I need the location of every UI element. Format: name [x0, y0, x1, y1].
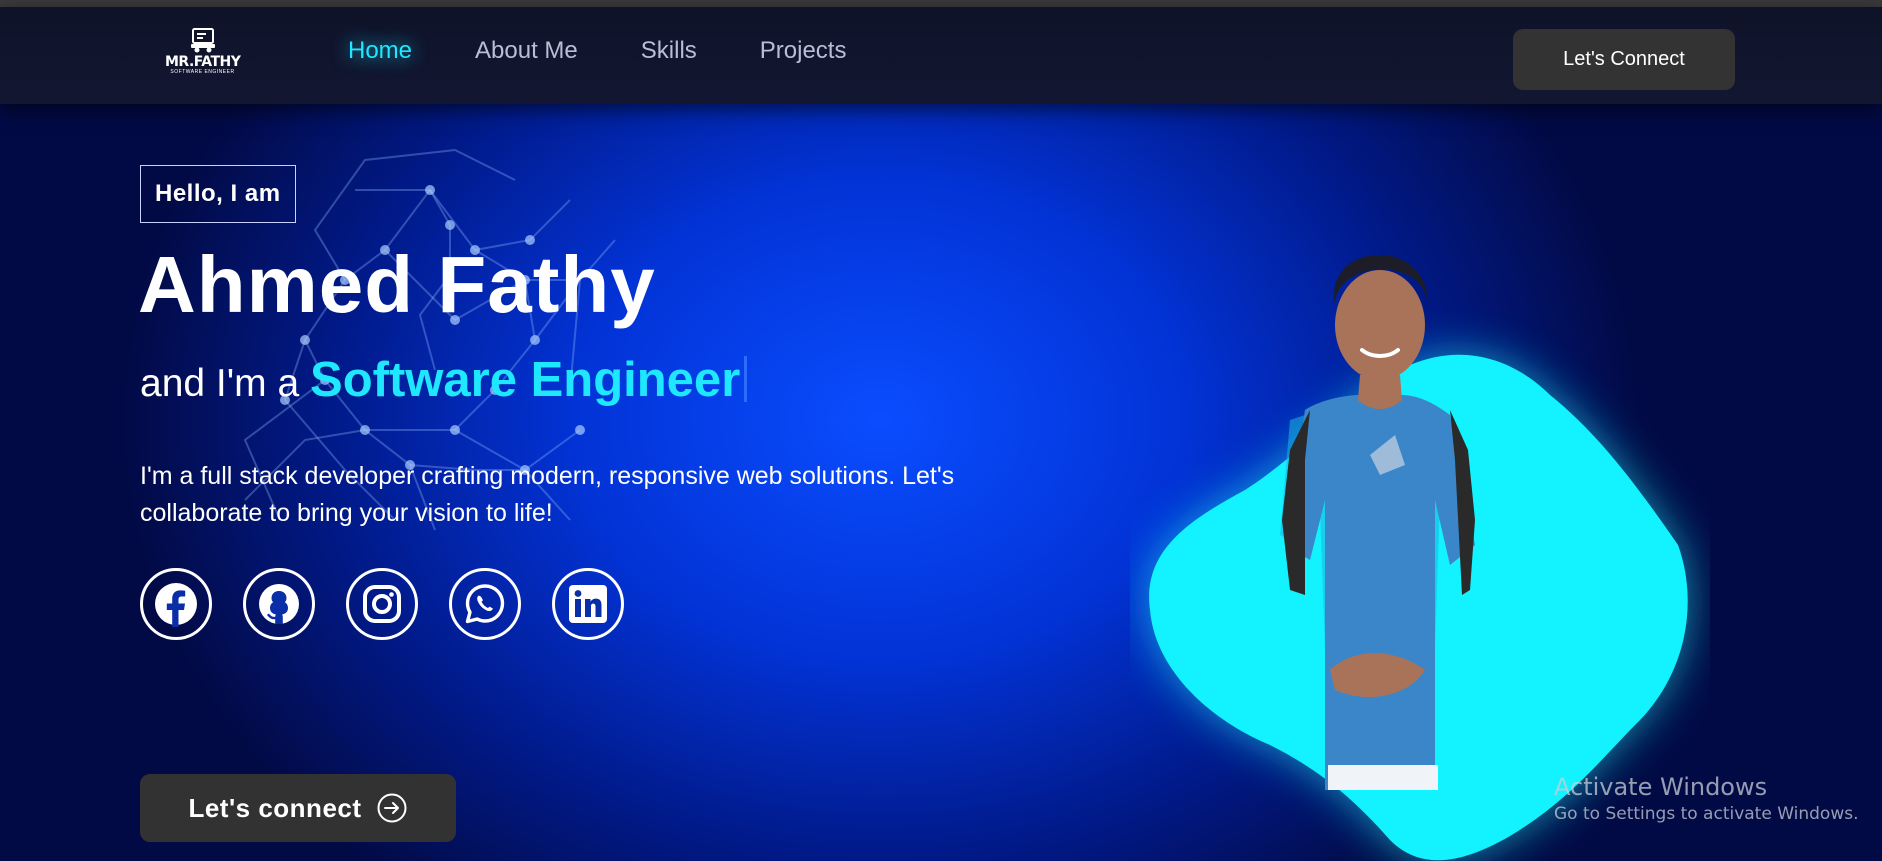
lets-connect-button[interactable]: Let's Connect: [1513, 29, 1735, 90]
greeting-box: Hello, I am: [140, 165, 296, 223]
role-line: and I'm a Software Engineer: [140, 353, 748, 409]
github-link[interactable]: [243, 568, 315, 640]
watermark-subtitle: Go to Settings to activate Windows.: [1554, 804, 1859, 824]
role-prefix: and I'm a: [140, 362, 300, 405]
arrow-right-circle-icon: [377, 793, 407, 823]
linkedin-link[interactable]: [552, 568, 624, 640]
nav-link-about[interactable]: About Me: [475, 37, 578, 65]
os-activation-watermark: Activate Windows Go to Settings to activ…: [1554, 772, 1859, 826]
instagram-icon: [363, 585, 401, 623]
window-top-edge: [0, 0, 1882, 7]
logo-mark-icon: [190, 28, 215, 53]
whatsapp-link[interactable]: [449, 568, 521, 640]
cta-label: Let's connect: [188, 792, 362, 823]
lets-connect-cta-button[interactable]: Let's connect: [140, 774, 456, 842]
facebook-link[interactable]: [140, 568, 212, 640]
navbar: MR.FATHY SOFTWARE ENGINEER Home About Me…: [0, 7, 1882, 104]
nav-link-skills[interactable]: Skills: [641, 37, 697, 65]
social-links: [140, 568, 655, 640]
nav-link-home[interactable]: Home: [348, 37, 412, 65]
whatsapp-icon: [465, 584, 505, 624]
profile-illustration: [1149, 255, 1688, 861]
logo-tagline: SOFTWARE ENGINEER: [170, 69, 235, 75]
typing-caret: [744, 356, 748, 402]
logo-brand-text: MR.FATHY: [165, 54, 241, 70]
nav-link-projects[interactable]: Projects: [760, 37, 847, 65]
nav-menu: Home About Me Skills Projects: [348, 37, 909, 65]
instagram-link[interactable]: [346, 568, 418, 640]
watermark-title: Activate Windows: [1554, 773, 1768, 801]
linkedin-icon: [569, 585, 607, 623]
facebook-icon: [155, 583, 197, 627]
hero-bio: I'm a full stack developer crafting mode…: [140, 462, 955, 527]
site-logo[interactable]: MR.FATHY SOFTWARE ENGINEER: [165, 27, 241, 87]
github-icon: [259, 584, 299, 624]
role-title: Software Engineer: [310, 353, 741, 407]
hero-name: Ahmed Fathy: [138, 240, 656, 329]
